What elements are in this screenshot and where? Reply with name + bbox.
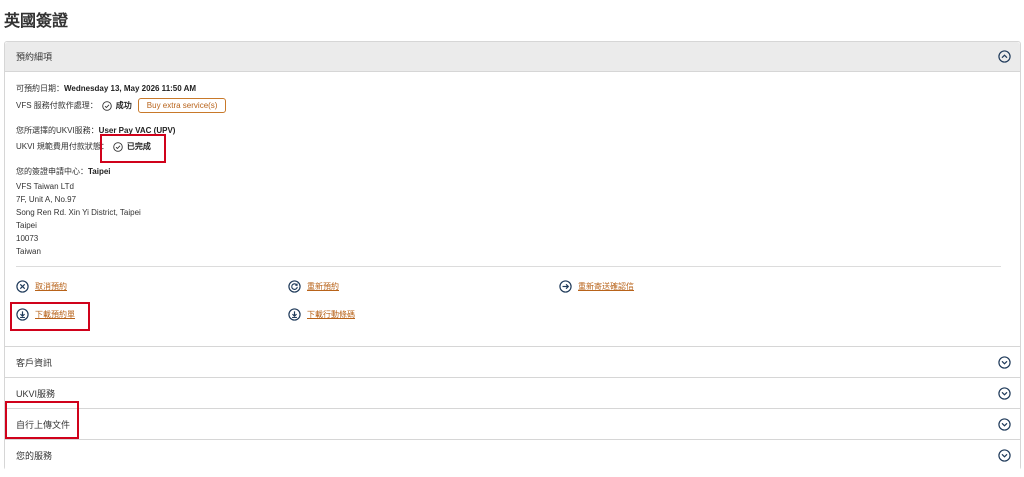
application-centre-row: 您的簽證申請中心： Taipei xyxy=(16,166,111,177)
check-circle-icon xyxy=(102,100,112,111)
close-circle-icon xyxy=(16,280,29,293)
chevron-down-icon[interactable] xyxy=(998,356,1011,369)
appointment-date-label: 可預約日期： xyxy=(16,84,64,93)
download-barcode-link[interactable]: 下載行動條碼 xyxy=(288,308,355,321)
address-line: 7F, Unit A, No.97 xyxy=(16,195,77,204)
section-ukvi-services[interactable]: UKVI服務 xyxy=(5,377,1020,408)
page-title: 英國簽證 xyxy=(4,13,69,30)
section-self-upload-documents[interactable]: 自行上傳文件 xyxy=(5,408,1020,439)
booking-details-title: 預約細項 xyxy=(16,52,53,62)
section-customer-info[interactable]: 客戶資訊 xyxy=(5,346,1020,377)
highlight-box-self-upload xyxy=(5,401,79,439)
chevron-down-icon[interactable] xyxy=(998,387,1011,400)
arrow-right-circle-icon xyxy=(559,280,572,293)
ukvi-fee-label: UKVI 規範費用付款狀態： xyxy=(16,142,109,151)
highlight-box-download-booking xyxy=(10,302,90,331)
reschedule-label: 重新預約 xyxy=(307,282,339,291)
vfs-payment-label: VFS 服務付款作處理： xyxy=(16,101,98,110)
ukvi-service-label: 您所選擇的UKVI服務： xyxy=(16,126,99,135)
address-line: 10073 xyxy=(16,234,39,243)
address-line: Taipei xyxy=(16,221,37,230)
application-centre-label: 您的簽證申請中心： xyxy=(16,167,88,176)
vfs-payment-row: VFS 服務付款作處理： 成功 Buy extra service(s) xyxy=(16,98,227,113)
address-line: VFS Taiwan LTd xyxy=(16,182,74,191)
address-line: Song Ren Rd. Xin Yi District, Taipei xyxy=(16,208,141,217)
cancel-appointment-label: 取消預約 xyxy=(35,282,67,291)
reschedule-link[interactable]: 重新預約 xyxy=(288,280,339,293)
highlight-box-fee-status xyxy=(100,134,166,163)
resend-confirmation-link[interactable]: 重新寄送確認信 xyxy=(559,280,634,293)
refresh-icon xyxy=(288,280,301,293)
section-label: 客戶資訊 xyxy=(16,357,53,368)
section-label: 您的服務 xyxy=(16,450,53,461)
appointment-date-value: Wednesday 13, May 2026 11:50 AM xyxy=(64,84,197,93)
download-barcode-label: 下載行動條碼 xyxy=(307,310,355,319)
address-line: Taiwan xyxy=(16,247,41,256)
chevron-up-icon[interactable] xyxy=(998,50,1011,63)
buy-extra-services-button[interactable]: Buy extra service(s) xyxy=(137,98,227,113)
chevron-down-icon[interactable] xyxy=(998,449,1011,462)
booking-details-header[interactable]: 預約細項 xyxy=(5,42,1020,72)
section-your-services[interactable]: 您的服務 xyxy=(5,439,1020,470)
section-label: UKVI服務 xyxy=(16,388,56,399)
vfs-payment-status: 成功 xyxy=(115,101,132,110)
chevron-down-icon[interactable] xyxy=(998,418,1011,431)
appointment-date-row: 可預約日期： Wednesday 13, May 2026 11:50 AM xyxy=(16,83,196,94)
resend-confirmation-label: 重新寄送確認信 xyxy=(578,282,634,291)
divider xyxy=(16,266,1001,267)
download-circle-icon xyxy=(288,308,301,321)
application-centre-value: Taipei xyxy=(88,167,111,176)
cancel-appointment-link[interactable]: 取消預約 xyxy=(16,280,67,293)
booking-panel: 預約細項 可預約日期： Wednesday 13, May 2026 11:50… xyxy=(4,41,1021,470)
